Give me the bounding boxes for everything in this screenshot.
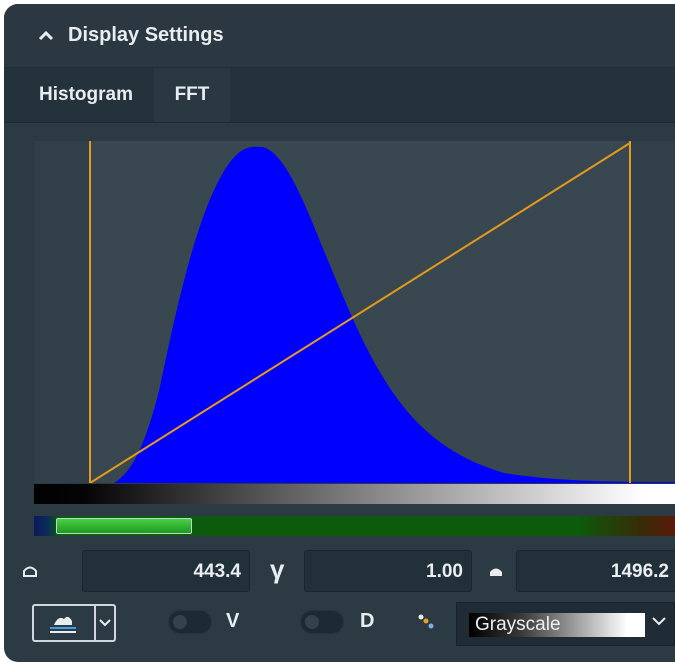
tab-bar: Histogram FFT [4,68,675,123]
high-level-icon [490,568,502,576]
toggle-v[interactable] [168,610,212,634]
chevron-up-icon[interactable] [36,26,56,46]
toggle-d-label: D [360,610,375,632]
panel-title: Display Settings [68,24,224,46]
layer-compare-icon [50,616,76,633]
low-level-input[interactable]: 443.4 [82,550,250,592]
histogram-curve [114,146,675,483]
tab-fft[interactable]: FFT [154,68,230,122]
toggle-v-label: V [226,610,240,632]
toggle-knob [173,615,187,629]
panel-header[interactable]: Display Settings [4,4,675,68]
intensity-gradient-bar [34,484,675,504]
histogram-graph [89,141,675,483]
palette-icon [418,614,434,629]
chevron-down-icon[interactable] [651,615,667,627]
gamma-input[interactable]: 1.00 [304,550,472,592]
colormap-label: Grayscale [475,614,561,635]
histogram-plot[interactable] [34,141,675,483]
chevron-down-icon[interactable] [98,618,112,628]
display-mode-dropdown[interactable] [32,604,116,642]
gamma-icon: γ [270,554,285,584]
low-level-icon [23,566,37,577]
colormap-range-bar[interactable] [34,516,675,536]
bottom-controls: V D Grayscale [4,602,675,654]
high-level-input[interactable]: 1496.2 [516,550,675,592]
colormap-select[interactable]: Grayscale [456,602,675,646]
levels-row: 443.4 γ 1.00 1496.2 [4,550,675,594]
toggle-knob [305,615,319,629]
dropdown-divider [94,606,96,640]
range-handle[interactable] [56,518,192,534]
display-settings-panel: Display Settings Histogram FFT 443.4 γ 1… [4,4,675,662]
tab-histogram[interactable]: Histogram [28,68,144,122]
toggle-d[interactable] [300,610,344,634]
